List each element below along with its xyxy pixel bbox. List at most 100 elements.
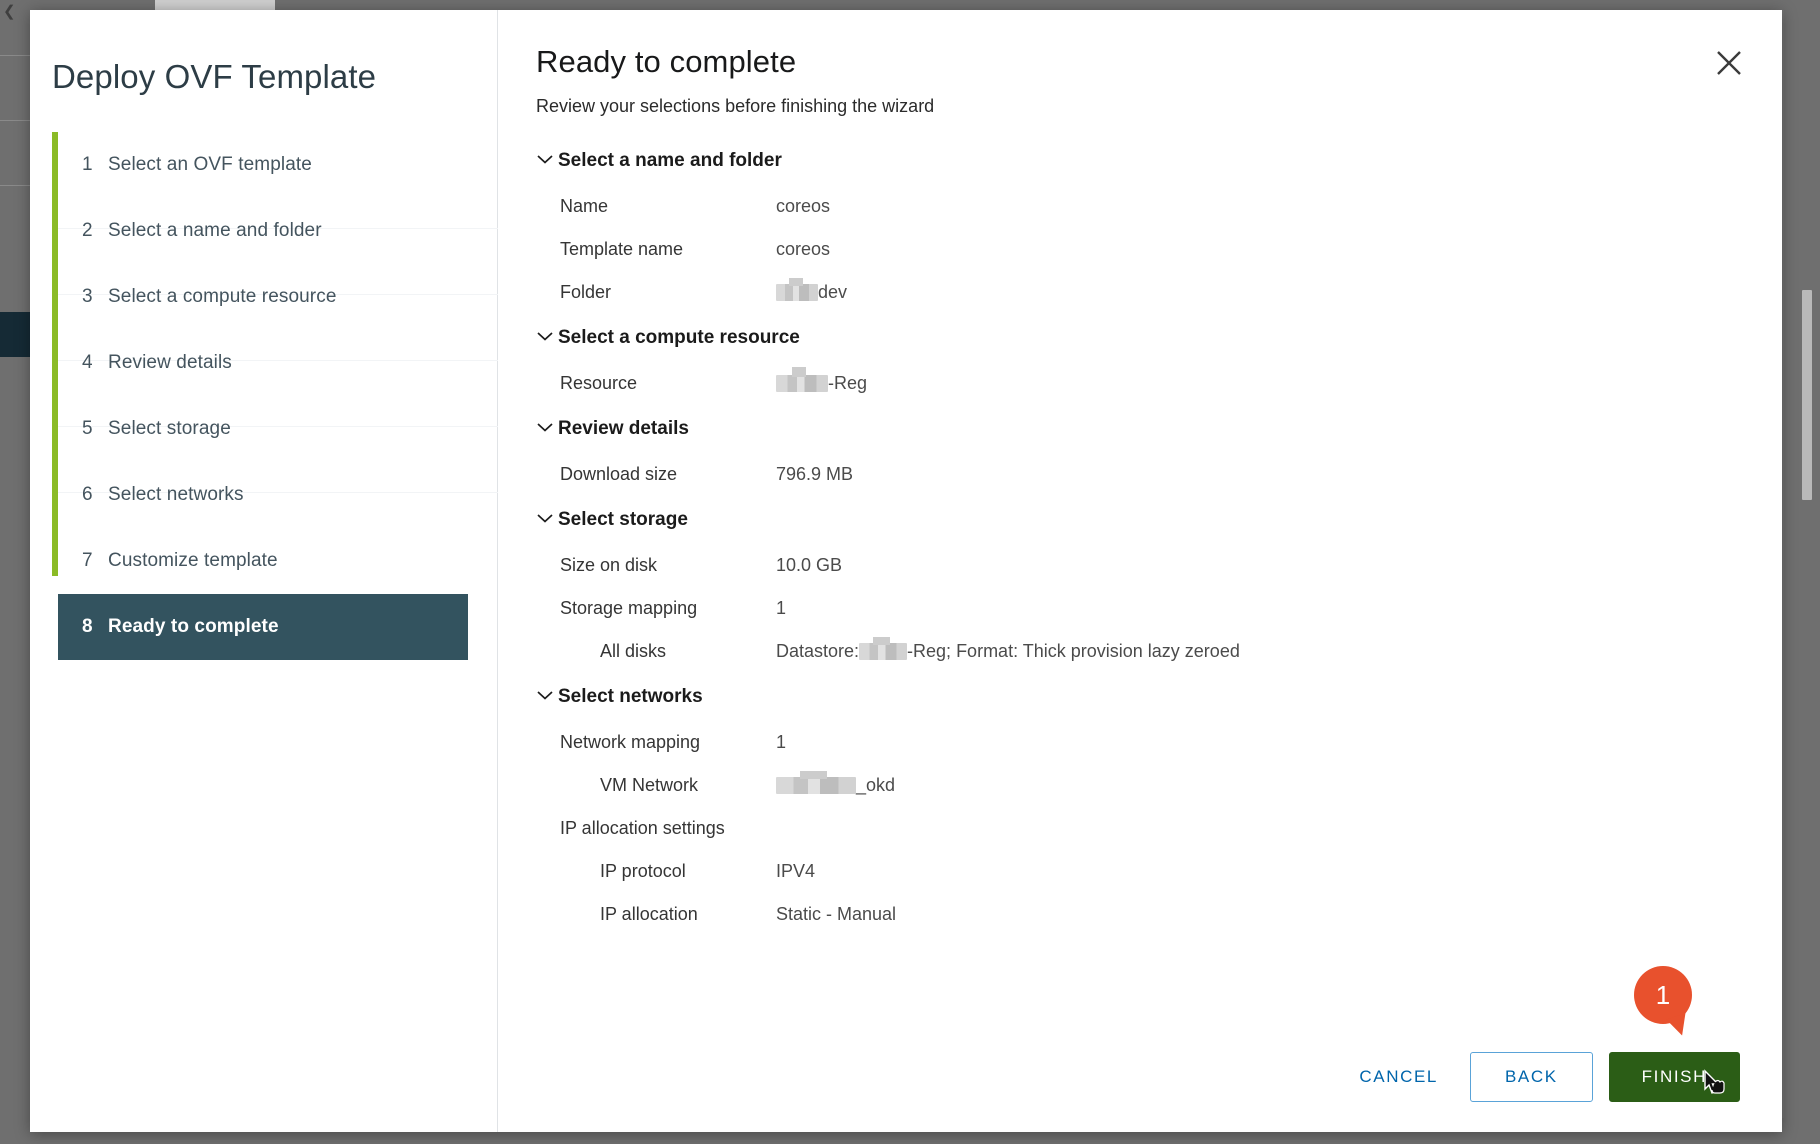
step-number: 8 (82, 616, 93, 637)
chevron-down-icon (536, 153, 558, 165)
background-selected-block (0, 312, 30, 357)
finish-button[interactable]: FINISH (1608, 1052, 1740, 1102)
summary-row-storage-mapping: Storage mapping 1 (536, 587, 1752, 630)
wizard-title: Deploy OVF Template (52, 58, 377, 95)
redacted-text (776, 278, 818, 301)
row-key: Size on disk (560, 555, 658, 575)
row-value: 1 (776, 732, 787, 752)
step-number: 1 (82, 154, 93, 175)
step-number: 6 (82, 484, 93, 505)
step-number: 4 (82, 352, 93, 373)
step-number: 5 (82, 418, 93, 439)
summary-row-resource: Resource -Reg (536, 362, 1752, 405)
summary-row-ip-allocation: IP allocation Static - Manual (536, 893, 1752, 936)
row-key: Storage mapping (560, 598, 698, 618)
row-key: Folder (560, 282, 612, 302)
row-value: Datastore: -Reg; Format: Thick provision … (776, 637, 1240, 662)
row-value-prefix: Datastore: (776, 641, 860, 661)
sidebar-step-8[interactable]: 8 Ready to complete (58, 594, 468, 660)
summary-row-size-on-disk: Size on disk 10.0 GB (536, 544, 1752, 587)
sidebar-step-1[interactable]: 1 Select an OVF template (52, 132, 497, 198)
wizard-content: Ready to complete Review your selections… (498, 10, 1782, 1132)
chevron-left-icon: ❮ (3, 3, 16, 20)
row-key: Template name (560, 239, 684, 259)
row-key: Name (560, 196, 609, 216)
row-value: 10.0 GB (776, 555, 843, 575)
row-value: coreos (776, 196, 831, 216)
cancel-button[interactable]: CANCEL (1341, 1057, 1456, 1097)
row-key: Resource (560, 373, 638, 393)
annotation-badge-1: 1 (1634, 966, 1692, 1024)
sidebar-step-4[interactable]: 4 Review details (52, 330, 497, 396)
summary-row-folder: Folder dev (536, 271, 1752, 314)
sidebar-step-2[interactable]: 2 Select a name and folder (52, 198, 497, 264)
step-list: 1 Select an OVF template 2 Select a name… (30, 132, 498, 660)
row-key: VM Network (600, 775, 699, 795)
step-number: 3 (82, 286, 93, 307)
row-key: IP allocation (600, 904, 698, 924)
row-key: All disks (600, 641, 667, 661)
background-scrollbar[interactable] (1802, 290, 1812, 500)
step-label: Select storage (108, 418, 231, 439)
summary-row-name: Name coreos (536, 185, 1752, 228)
step-number: 2 (82, 220, 93, 241)
redacted-text (859, 637, 908, 660)
chevron-down-icon (536, 689, 558, 701)
sidebar-step-5[interactable]: 5 Select storage (52, 396, 497, 462)
section-title: Select a compute resource (558, 327, 800, 348)
row-value-text: _okd (856, 775, 896, 795)
row-key: IP protocol (600, 861, 686, 881)
step-label: Review details (108, 352, 232, 373)
step-label: Customize template (108, 550, 278, 571)
step-label: Select a name and folder (108, 220, 322, 241)
section-title: Select networks (558, 686, 703, 707)
redacted-text (776, 367, 828, 392)
summary-list: Select a name and folder Name coreos Tem… (498, 137, 1782, 1022)
step-number: 7 (82, 550, 93, 571)
section-header-compute-resource[interactable]: Select a compute resource (536, 314, 1752, 362)
section-header-select-networks[interactable]: Select networks (536, 673, 1752, 721)
background-divider (0, 55, 30, 56)
row-value: 796.9 MB (776, 464, 854, 484)
row-value: IPV4 (776, 861, 816, 881)
row-key: Download size (560, 464, 678, 484)
row-value: _okd (776, 771, 896, 796)
page-title: Ready to complete (536, 44, 797, 79)
summary-row-template-name: Template name coreos (536, 228, 1752, 271)
row-value: -Reg (776, 367, 867, 394)
row-value-text: dev (818, 282, 848, 302)
background-divider (0, 185, 30, 186)
row-value-text: -Reg; Format: Thick provision lazy zeroe… (907, 641, 1240, 661)
summary-row-ip-allocation-settings: IP allocation settings (536, 807, 1752, 850)
annotation-badge-number: 1 (1655, 979, 1671, 1010)
section-title: Select a name and folder (558, 150, 782, 171)
chevron-down-icon (536, 421, 558, 433)
section-title: Review details (558, 418, 689, 439)
section-title: Select storage (558, 509, 688, 530)
step-label: Select an OVF template (108, 154, 312, 175)
background-left-strip: ❮ (0, 0, 30, 1144)
summary-row-all-disks: All disks Datastore: -Reg; Format: Thick … (536, 630, 1752, 673)
dialog-footer: CANCEL BACK FINISH 1 (498, 966, 1782, 1132)
chevron-down-icon (536, 330, 558, 342)
sidebar-step-7[interactable]: 7 Customize template (52, 528, 497, 594)
background-right-strip (1784, 0, 1820, 1144)
sidebar-step-6[interactable]: 6 Select networks (52, 462, 497, 528)
sidebar-step-3[interactable]: 3 Select a compute resource (52, 264, 497, 330)
redacted-text (776, 771, 856, 794)
step-label: Select networks (108, 484, 244, 505)
deploy-ovf-template-dialog: Deploy OVF Template 1 Select an OVF temp… (30, 10, 1782, 1132)
row-key: Network mapping (560, 732, 701, 752)
back-button[interactable]: BACK (1469, 1052, 1593, 1102)
section-header-name-and-folder[interactable]: Select a name and folder (536, 137, 1752, 185)
section-header-review-details[interactable]: Review details (536, 405, 1752, 453)
section-header-select-storage[interactable]: Select storage (536, 496, 1752, 544)
page-subtitle: Review your selections before finishing … (536, 96, 935, 116)
row-value: coreos (776, 239, 831, 259)
screen: ❮ Deploy OVF Template 1 Select an OVF te… (0, 0, 1820, 1144)
summary-row-network-mapping: Network mapping 1 (536, 721, 1752, 764)
background-divider (0, 120, 30, 121)
step-label: Select a compute resource (108, 286, 337, 307)
close-icon[interactable] (1712, 46, 1746, 80)
row-value: 1 (776, 598, 787, 618)
